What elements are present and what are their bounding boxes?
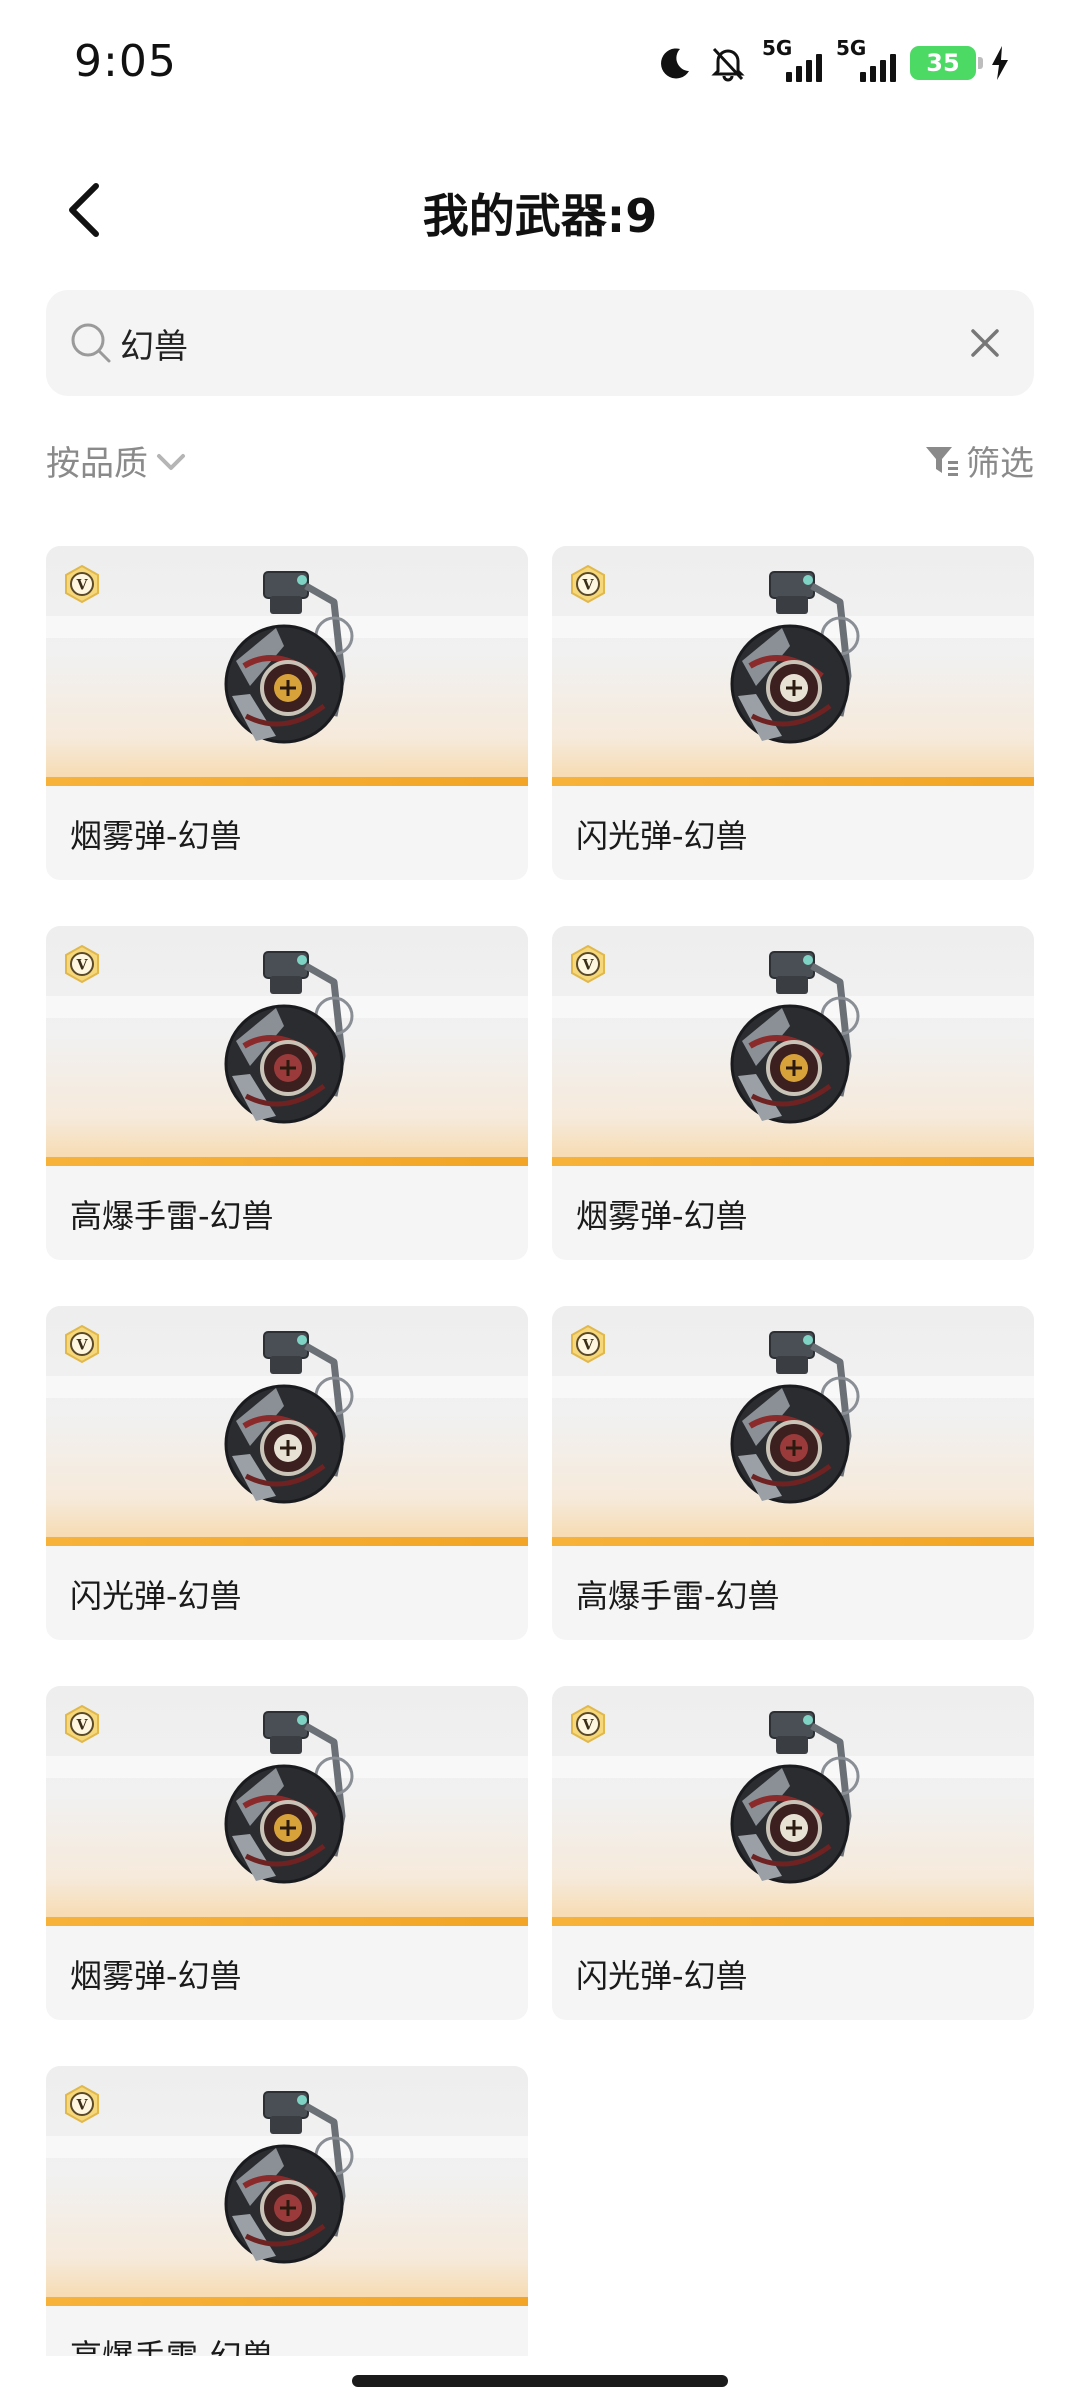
grenade-icon bbox=[224, 2091, 354, 2264]
rarity-badge-text: V bbox=[76, 578, 89, 594]
weapon-artwork: V bbox=[46, 546, 528, 786]
battery-level: 35 bbox=[926, 49, 960, 77]
weapon-card[interactable]: V 高爆手雷-幻兽 bbox=[46, 2066, 528, 2356]
rarity-badge-text: V bbox=[582, 1718, 595, 1734]
rarity-badge-icon: V bbox=[571, 564, 605, 604]
weapon-card[interactable]: V 闪光弹-幻兽 bbox=[552, 1686, 1034, 2020]
sort-label: 按品质 bbox=[46, 444, 148, 484]
header: 我的武器:9 bbox=[0, 150, 1080, 270]
grenade-icon bbox=[730, 1331, 860, 1504]
grenade-icon bbox=[730, 1711, 860, 1884]
rarity-badge-text: V bbox=[76, 958, 89, 974]
rarity-badge-icon: V bbox=[571, 1324, 605, 1364]
sort-filter-row: 按品质 筛选 bbox=[46, 436, 1034, 496]
battery-icon: 35 bbox=[910, 46, 983, 80]
grenade-icon bbox=[224, 571, 354, 744]
grenade-icon bbox=[224, 1711, 354, 1884]
rarity-badge-icon: V bbox=[571, 944, 605, 984]
rarity-badge-icon: V bbox=[65, 2084, 99, 2124]
rarity-badge-icon: V bbox=[65, 944, 99, 984]
search-box[interactable] bbox=[46, 290, 1034, 396]
status-time: 9:05 bbox=[74, 36, 177, 87]
weapon-name: 高爆手雷-幻兽 bbox=[576, 1577, 780, 1615]
status-bar: 9:05 5G 5G 35 bbox=[0, 0, 1080, 130]
weapon-artwork: V bbox=[46, 926, 528, 1166]
bell-muted-icon bbox=[708, 40, 748, 86]
moon-icon bbox=[654, 40, 694, 86]
weapon-artwork: V bbox=[46, 1686, 528, 1926]
rarity-badge-text: V bbox=[76, 1338, 89, 1354]
weapon-artwork: V bbox=[46, 2066, 528, 2306]
weapon-card[interactable]: V 闪光弹-幻兽 bbox=[46, 1306, 528, 1640]
grenade-icon bbox=[224, 1331, 354, 1504]
weapon-card[interactable]: V 烟雾弹-幻兽 bbox=[552, 926, 1034, 1260]
home-indicator[interactable] bbox=[352, 2375, 728, 2387]
weapon-artwork: V bbox=[552, 546, 1034, 786]
filter-button[interactable]: 筛选 bbox=[924, 436, 1034, 485]
weapon-grid: V 烟雾弹-幻兽 V 闪光弹-幻兽 V 高爆手雷-幻兽 V 烟雾弹-幻兽 V 闪… bbox=[46, 546, 1034, 2356]
grenade-icon bbox=[730, 571, 860, 744]
weapon-card[interactable]: V 闪光弹-幻兽 bbox=[552, 546, 1034, 880]
rarity-badge-text: V bbox=[76, 1718, 89, 1734]
weapon-artwork: V bbox=[552, 1306, 1034, 1546]
rarity-badge-icon: V bbox=[65, 1704, 99, 1744]
weapon-artwork: V bbox=[552, 926, 1034, 1166]
weapon-name: 烟雾弹-幻兽 bbox=[70, 1957, 242, 1995]
signal-icon: 5G bbox=[762, 36, 822, 86]
signal-icon: 5G bbox=[836, 36, 896, 86]
rarity-badge-text: V bbox=[76, 2098, 89, 2114]
rarity-badge-icon: V bbox=[65, 1324, 99, 1364]
charging-icon bbox=[990, 40, 1010, 86]
weapon-artwork: V bbox=[552, 1686, 1034, 1926]
weapon-name: 高爆手雷-幻兽 bbox=[70, 2337, 274, 2356]
rarity-badge-icon: V bbox=[65, 564, 99, 604]
weapon-card[interactable]: V 烟雾弹-幻兽 bbox=[46, 546, 528, 880]
close-icon bbox=[971, 329, 999, 357]
rarity-badge-text: V bbox=[582, 958, 595, 974]
weapon-name: 闪光弹-幻兽 bbox=[576, 1957, 748, 1995]
filter-label: 筛选 bbox=[966, 444, 1034, 484]
grenade-icon bbox=[730, 951, 860, 1124]
filter-icon bbox=[926, 446, 958, 476]
weapon-artwork: V bbox=[46, 1306, 528, 1546]
weapon-card[interactable]: V 高爆手雷-幻兽 bbox=[552, 1306, 1034, 1640]
status-icons: 5G 5G 35 bbox=[654, 36, 1010, 86]
page-title: 我的武器:9 bbox=[422, 189, 658, 243]
rarity-badge-icon: V bbox=[571, 1704, 605, 1744]
weapon-name: 烟雾弹-幻兽 bbox=[576, 1197, 748, 1235]
weapon-card[interactable]: V 高爆手雷-幻兽 bbox=[46, 926, 528, 1260]
chevron-down-icon bbox=[157, 453, 185, 470]
sort-by-quality-button[interactable]: 按品质 bbox=[46, 436, 188, 485]
weapon-name: 闪光弹-幻兽 bbox=[70, 1577, 242, 1615]
weapon-name: 高爆手雷-幻兽 bbox=[70, 1197, 274, 1235]
search-icon bbox=[68, 320, 114, 366]
rarity-badge-text: V bbox=[582, 578, 595, 594]
weapon-card[interactable]: V 烟雾弹-幻兽 bbox=[46, 1686, 528, 2020]
weapon-name: 烟雾弹-幻兽 bbox=[70, 817, 242, 855]
rarity-badge-text: V bbox=[582, 1338, 595, 1354]
clear-search-button[interactable] bbox=[956, 314, 1014, 372]
search-input[interactable] bbox=[120, 308, 920, 378]
weapon-name: 闪光弹-幻兽 bbox=[576, 817, 748, 855]
grenade-icon bbox=[224, 951, 354, 1124]
